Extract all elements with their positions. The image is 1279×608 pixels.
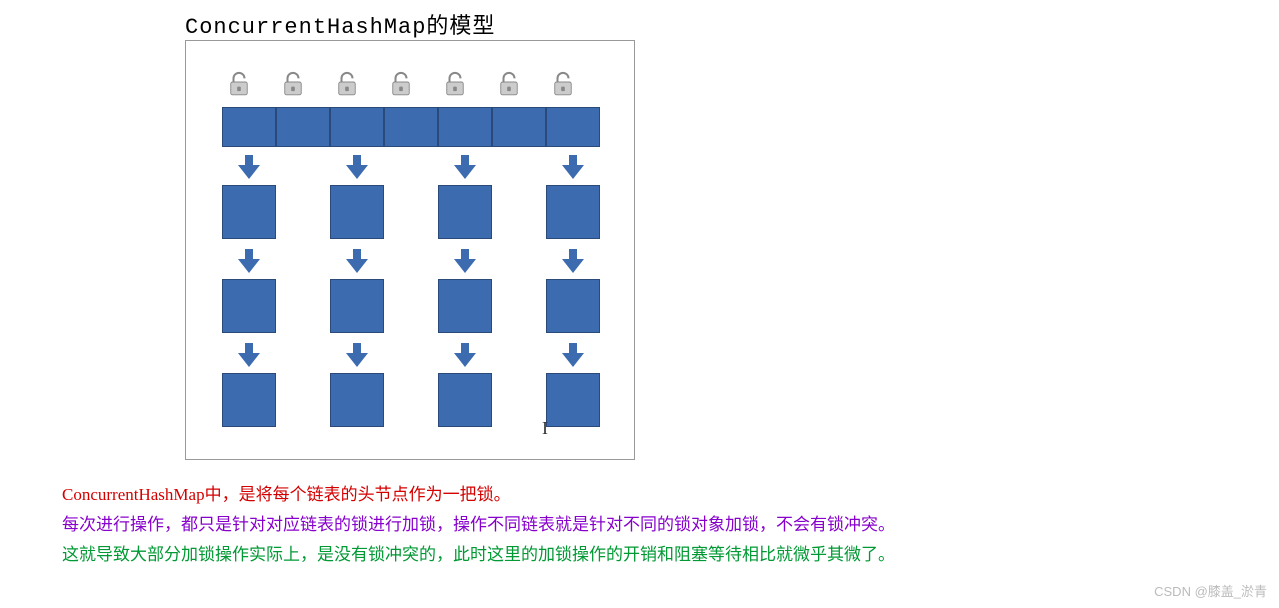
text-line-2: 每次进行操作，都只是针对对应链表的锁进行加锁，操作不同链表就是针对不同的锁对象加…	[62, 510, 895, 540]
explanation-text: ConcurrentHashMap中，是将每个链表的头节点作为一把锁。 每次进行…	[62, 480, 895, 569]
lock-icon	[552, 71, 574, 97]
lock-icon	[444, 71, 466, 97]
text-cursor-mark: I	[542, 418, 548, 439]
arrow-down-icon	[558, 247, 588, 275]
text-line-1: ConcurrentHashMap中，是将每个链表的头节点作为一把锁。	[62, 480, 895, 510]
bucket-cell	[492, 107, 546, 147]
arrow-down-icon	[558, 341, 588, 369]
page-title: ConcurrentHashMap的模型	[185, 8, 495, 40]
chain-node	[222, 373, 276, 427]
bucket-cell	[384, 107, 438, 147]
chain-column	[438, 147, 492, 429]
chain-node	[222, 279, 276, 333]
lock-icon	[282, 71, 304, 97]
chain-node	[546, 373, 600, 427]
arrow-down-icon	[450, 153, 480, 181]
bucket-cell	[330, 107, 384, 147]
bucket-cell	[276, 107, 330, 147]
arrow-down-icon	[234, 247, 264, 275]
lock-icon	[498, 71, 520, 97]
arrow-down-icon	[450, 247, 480, 275]
bucket-array	[222, 107, 600, 147]
chain-node	[438, 185, 492, 239]
chain-node	[546, 185, 600, 239]
chain-node	[546, 279, 600, 333]
locks-row	[228, 71, 574, 97]
bucket-cell	[546, 107, 600, 147]
chain-column	[330, 147, 384, 429]
arrow-down-icon	[450, 341, 480, 369]
arrow-down-icon	[342, 341, 372, 369]
watermark: CSDN @膝盖_淤青	[1154, 581, 1267, 600]
arrow-down-icon	[234, 153, 264, 181]
arrow-down-icon	[342, 247, 372, 275]
chain-node	[330, 185, 384, 239]
arrow-down-icon	[558, 153, 588, 181]
chain-column	[222, 147, 276, 429]
lock-icon	[336, 71, 358, 97]
chain-node	[330, 373, 384, 427]
arrow-down-icon	[342, 153, 372, 181]
diagram-container: I	[185, 40, 635, 460]
lock-icon	[228, 71, 250, 97]
chain-column	[546, 147, 600, 429]
bucket-cell	[438, 107, 492, 147]
chain-node	[438, 373, 492, 427]
chain-node	[438, 279, 492, 333]
text-line-3: 这就导致大部分加锁操作实际上，是没有锁冲突的，此时这里的加锁操作的开销和阻塞等待…	[62, 540, 895, 570]
lock-icon	[390, 71, 412, 97]
chain-node	[222, 185, 276, 239]
bucket-cell	[222, 107, 276, 147]
chain-node	[330, 279, 384, 333]
arrow-down-icon	[234, 341, 264, 369]
